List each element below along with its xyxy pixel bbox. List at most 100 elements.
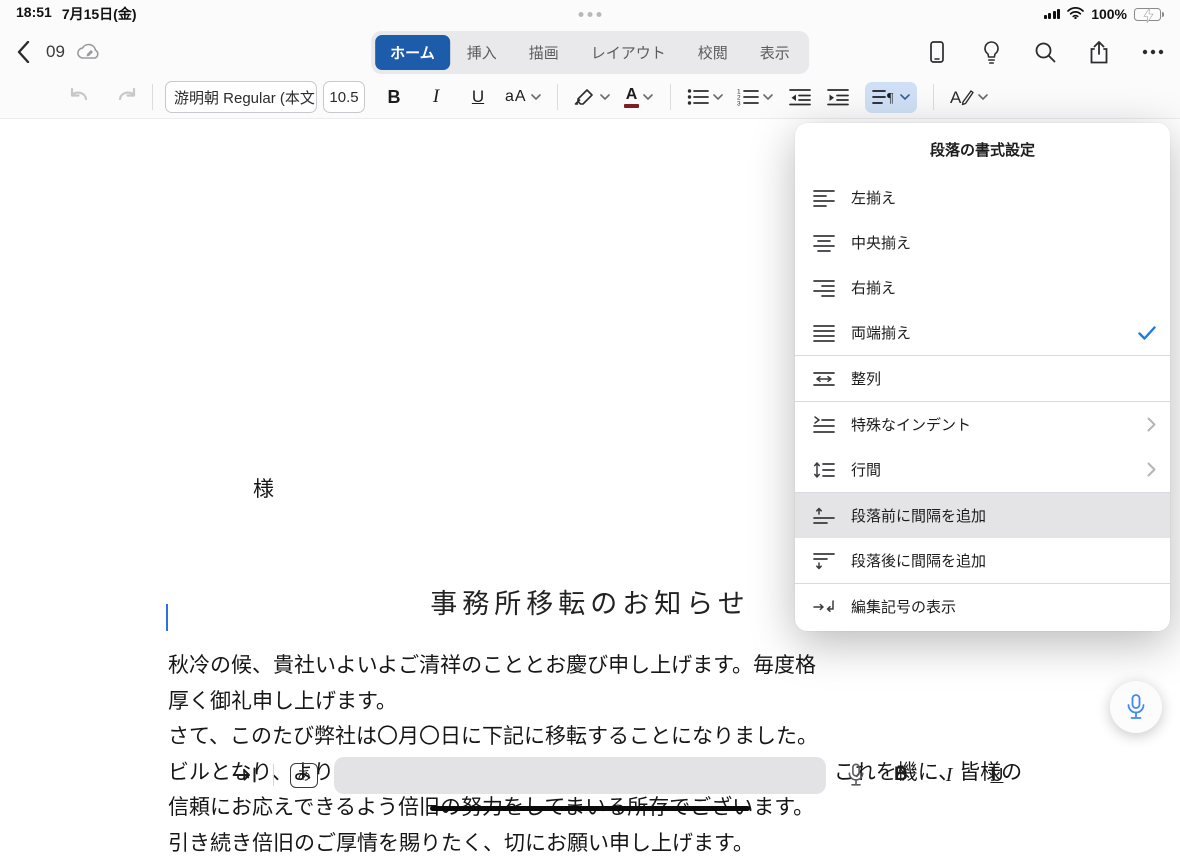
bullet-list-icon xyxy=(687,89,709,105)
tab-layout[interactable]: レイアウト xyxy=(576,35,681,70)
battery-percent: 100% xyxy=(1091,6,1127,22)
formatting-toolbar: 游明朝 Regular (本文 10.5 B I U aA A 1 2 3 ¶ … xyxy=(0,76,1180,119)
home-indicator[interactable] xyxy=(430,806,750,811)
accessory-mic-button[interactable] xyxy=(848,763,864,787)
menu-item-label: 行間 xyxy=(851,462,882,479)
dictation-fab[interactable] xyxy=(1110,681,1162,733)
highlight-color-button[interactable] xyxy=(574,81,610,113)
font-color-icon: A xyxy=(624,86,640,108)
ribbon-tab-group: ホーム 挿入 描画 レイアウト 校閲 表示 xyxy=(371,30,809,74)
space-before-icon xyxy=(811,507,837,525)
menu-item-line-spacing[interactable]: 行間 xyxy=(795,447,1170,492)
accessory-bold-button[interactable]: B xyxy=(894,764,908,786)
menu-item-align-left[interactable]: 左揃え xyxy=(795,175,1170,220)
increase-indent-button[interactable] xyxy=(823,81,853,113)
microphone-icon xyxy=(1127,694,1145,719)
battery-icon xyxy=(1134,7,1164,23)
keyboard-language-label: あ xyxy=(297,767,311,783)
status-bar: 18:51 7月15日(金) 100% xyxy=(0,0,1180,28)
decrease-indent-button[interactable] xyxy=(785,81,815,113)
search-icon[interactable] xyxy=(1032,39,1058,65)
font-name-selector[interactable]: 游明朝 Regular (本文 xyxy=(165,81,317,113)
redo-button[interactable] xyxy=(112,81,142,113)
back-button[interactable] xyxy=(10,39,36,65)
tab-view[interactable]: 表示 xyxy=(745,35,805,70)
bold-button[interactable]: B xyxy=(379,81,409,113)
paragraph-format-menu: 段落の書式設定 左揃え 中央揃え 右揃え 両端揃え 整列 特殊なインデント 行間… xyxy=(795,123,1170,631)
svg-text:A: A xyxy=(950,88,962,107)
font-size-selector[interactable]: 10.5 xyxy=(323,81,365,113)
menu-title: 段落の書式設定 xyxy=(929,141,1035,159)
indent-icon xyxy=(826,89,849,106)
numbered-list-button[interactable]: 123 xyxy=(737,81,773,113)
font-name-value: 游明朝 Regular (本文 xyxy=(174,89,315,107)
styles-pen-icon: A xyxy=(950,88,974,107)
menu-item-special-indent[interactable]: 特殊なインデント xyxy=(795,402,1170,447)
status-time: 18:51 xyxy=(16,4,52,20)
show-marks-icon xyxy=(811,598,837,616)
body-line: 引き続き倍旧のご厚情を賜りたく、切にお願い申し上げます。 xyxy=(168,830,754,855)
distribute-icon xyxy=(811,370,837,388)
charging-bolt-icon xyxy=(1143,7,1154,23)
text-effects-button[interactable]: aA xyxy=(505,81,541,113)
menu-item-label: 段落後に間隔を追加 xyxy=(851,553,987,570)
paragraph-formatting-button[interactable]: ¶ xyxy=(864,81,917,113)
menu-item-justify[interactable]: 両端揃え xyxy=(795,310,1170,355)
menu-item-label: 中央揃え xyxy=(851,235,912,252)
menu-item-label: 両端揃え xyxy=(851,325,912,342)
styles-button[interactable]: A xyxy=(950,81,988,113)
font-color-button[interactable]: A xyxy=(624,81,654,113)
document-title[interactable]: 09 xyxy=(46,42,65,62)
menu-item-align-center[interactable]: 中央揃え xyxy=(795,220,1170,265)
header-bar: 09 ホーム 挿入 描画 レイアウト 校閲 表示 xyxy=(0,28,1180,76)
chevron-down-icon xyxy=(530,94,541,100)
share-icon[interactable] xyxy=(1086,39,1112,65)
tab-insert[interactable]: 挿入 xyxy=(452,35,512,70)
more-icon[interactable] xyxy=(1140,39,1166,65)
menu-item-space-before[interactable]: 段落前に間隔を追加 xyxy=(795,493,1170,538)
accessory-underline-button[interactable]: U xyxy=(990,765,1003,786)
chevron-down-icon xyxy=(712,94,723,100)
special-indent-icon xyxy=(811,415,837,434)
menu-item-show-marks[interactable]: 編集記号の表示 xyxy=(795,584,1170,629)
menu-item-align-right[interactable]: 右揃え xyxy=(795,265,1170,310)
mobile-view-icon[interactable] xyxy=(924,39,950,65)
status-left: 18:51 7月15日(金) xyxy=(16,4,137,24)
align-center-icon xyxy=(811,234,837,252)
tab-draw[interactable]: 描画 xyxy=(514,35,574,70)
tab-home[interactable]: ホーム xyxy=(375,34,450,70)
align-right-icon xyxy=(811,279,837,297)
menu-item-space-after[interactable]: 段落後に間隔を追加 xyxy=(795,538,1170,583)
keyboard-accessory-bar: あ B I U xyxy=(0,753,1180,797)
accessory-italic-button[interactable]: I xyxy=(946,764,953,787)
italic-button[interactable]: I xyxy=(421,81,451,113)
inline-text-input[interactable] xyxy=(334,756,826,794)
wifi-icon xyxy=(1067,6,1085,22)
keyboard-language-key[interactable]: あ xyxy=(290,762,318,788)
menu-item-label: 右揃え xyxy=(851,280,897,297)
underline-button[interactable]: U xyxy=(463,81,493,113)
lightbulb-icon[interactable] xyxy=(978,39,1004,65)
menu-item-label: 左揃え xyxy=(851,190,897,207)
bullet-list-button[interactable] xyxy=(687,81,723,113)
svg-text:3: 3 xyxy=(737,101,741,107)
space-after-icon xyxy=(811,552,837,570)
cloud-sync-icon xyxy=(75,39,101,65)
tab-review[interactable]: 校閲 xyxy=(683,35,743,70)
chevron-down-icon xyxy=(762,94,773,100)
numbered-list-icon: 123 xyxy=(737,89,759,107)
line-spacing-icon xyxy=(811,461,837,479)
highlighter-icon xyxy=(574,89,593,105)
tab-key-button[interactable] xyxy=(233,765,257,785)
status-date: 7月15日(金) xyxy=(61,6,137,22)
menu-item-distribute[interactable]: 整列 xyxy=(795,356,1170,401)
font-size-value: 10.5 xyxy=(329,88,359,106)
salutation-text: 様 xyxy=(253,477,274,501)
checkmark-icon xyxy=(1138,325,1156,340)
svg-text:¶: ¶ xyxy=(887,91,894,106)
undo-button[interactable] xyxy=(64,81,94,113)
word-ipad-screen: 18:51 7月15日(金) 100% 09 ホーム 挿入 描画 レイアウト 校… xyxy=(0,0,1180,855)
cellular-signal-icon xyxy=(1043,9,1061,19)
body-line: さて、このたび弊社は〇月〇日に下記に移転することになりました。 xyxy=(168,724,818,749)
body-line: 秋冷の候、貴社いよいよご清祥のこととお慶び申し上げます。毎度格 xyxy=(168,653,817,677)
